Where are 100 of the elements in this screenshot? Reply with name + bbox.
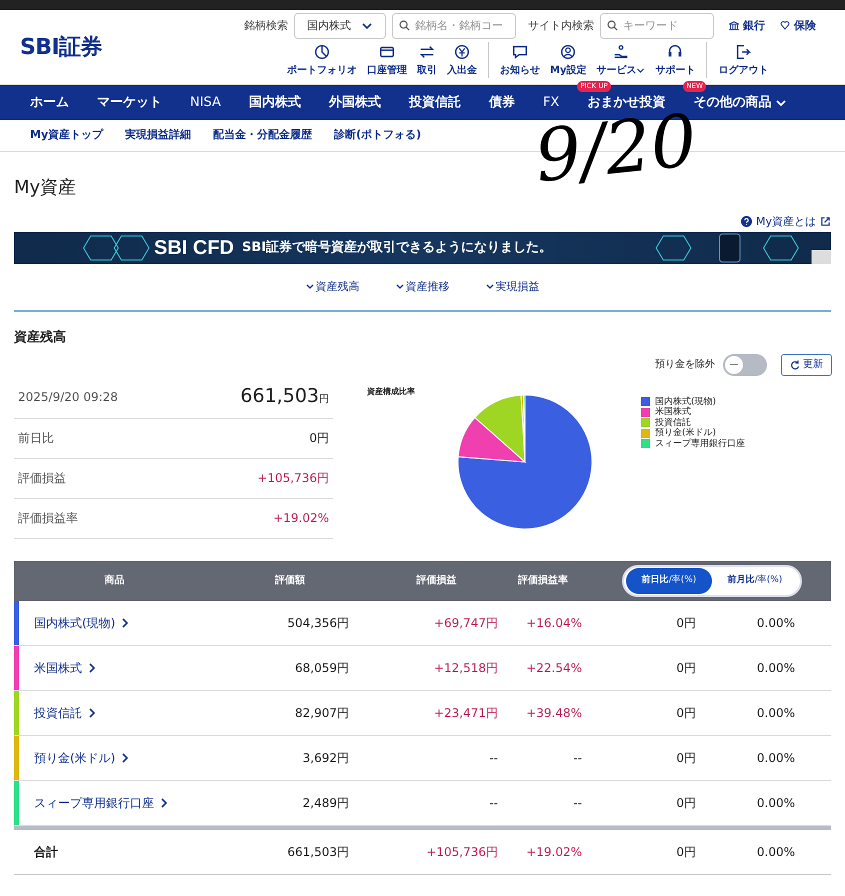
refresh-icon (790, 360, 800, 370)
category-link[interactable]: 預り金(米ドル) (34, 748, 130, 766)
chevron-right-icon (160, 798, 168, 808)
chevron-right-icon (88, 662, 96, 672)
logo[interactable]: SBI証券 (20, 30, 102, 64)
table-cell-text: 0.00% (756, 660, 795, 676)
chevron-down-icon (636, 66, 646, 75)
external-link-icon (820, 216, 831, 228)
table-cell-text: 68,059円 (294, 660, 349, 676)
nav-tab[interactable]: ホーム (16, 92, 83, 112)
trade-link[interactable]: 取引 (412, 43, 442, 78)
table-cell-text: +16.04% (525, 614, 582, 632)
search-icon (399, 20, 410, 31)
help-link[interactable]: My資産とは (756, 214, 816, 230)
column-header: 評価額 (274, 574, 306, 588)
deposit-link[interactable]: 入出金 (442, 43, 482, 78)
total-amount: 661,503 (240, 384, 319, 410)
table-cell-text: +69,747円 (432, 614, 498, 632)
mysettings-link[interactable]: My設定 (545, 43, 592, 78)
table-cell-text: 2,489円 (302, 794, 349, 812)
nav-tab[interactable]: 国内株式 (234, 92, 315, 112)
summary-value: +105,736円 (257, 470, 329, 487)
deposit-icon (453, 43, 471, 61)
subnav-link[interactable]: 診断(ポトフォる) (334, 127, 422, 144)
support-link[interactable]: サポート (650, 43, 700, 78)
table-cell-text: 0.00% (756, 750, 795, 766)
table-cell-text: 0円 (675, 750, 696, 766)
category-link[interactable]: 国内株式(現物) (34, 614, 130, 632)
promo-banner[interactable]: SBI CFD SBI証券で暗号資産が取引できるようになりました。 (14, 232, 831, 264)
site-search-field[interactable]: キーワード (600, 12, 714, 39)
search-label: 銘柄検索 (244, 18, 288, 34)
banner-text: SBI証券で暗号資産が取引できるようになりました。 (242, 238, 552, 258)
table-cell-text: 合計 (33, 844, 59, 860)
period-tab[interactable]: 前日比/率(%) (626, 568, 712, 594)
chevron-right-icon (121, 752, 130, 762)
chevron-down-icon (306, 283, 314, 291)
summary-value: +19.02% (273, 510, 329, 527)
nav-tab[interactable]: 投資信託 (394, 92, 475, 112)
table-cell-text: +12,518円 (432, 660, 498, 676)
refresh-button[interactable]: 更新 (781, 354, 832, 376)
column-header: 商品 (104, 573, 126, 588)
table-cell-text: 0円 (675, 844, 696, 860)
section-title: 資産残高 (14, 328, 67, 347)
notice-link[interactable]: お知らせ (495, 43, 545, 78)
portfolio-link[interactable]: ポートフォリオ (282, 43, 362, 78)
table-cell-text: +39.48% (525, 704, 582, 722)
summary-value: 0円 (309, 430, 329, 447)
category-link[interactable]: 米国株式 (34, 658, 96, 676)
nav-tab[interactable]: 債券 (474, 92, 529, 112)
table-cell-text: 0円 (675, 794, 696, 812)
market-select[interactable]: 国内株式 (294, 12, 386, 39)
summary-label: 前日比 (18, 430, 54, 447)
chevron-down-icon (486, 283, 494, 291)
insurance-link[interactable]: 保険 (779, 18, 816, 34)
table-cell-text: 3,692円 (302, 750, 349, 766)
symbol-search-field[interactable]: 銘柄名・銘柄コー (392, 12, 516, 39)
table-cell-text: 0.00% (756, 794, 795, 812)
legend-label: 預り金(米ドル) (655, 428, 716, 438)
service-icon (612, 43, 630, 61)
portfolio-icon (313, 43, 331, 61)
anchor-link[interactable]: 資産推移 (396, 278, 450, 296)
account-link[interactable]: 口座管理 (362, 43, 412, 78)
page-title: My資産 (14, 176, 76, 200)
nav-tab[interactable]: 外国株式 (314, 92, 395, 112)
table-cell-text: 661,503円 (286, 844, 349, 860)
subnav-link[interactable]: 配当金・分配金履歴 (213, 127, 312, 144)
chevron-right-icon (88, 708, 96, 718)
table-cell-text: 0.00% (756, 614, 795, 632)
bank-link[interactable]: 銀行 (728, 18, 765, 34)
subnav-link[interactable]: My資産トップ (30, 127, 104, 144)
anchor-link[interactable]: 実現損益 (486, 278, 540, 296)
legend-label: 米国株式 (655, 407, 691, 418)
table-cell-text: 0円 (675, 704, 696, 722)
toggle-label: 預り金を除外 (655, 358, 715, 372)
anchor-link[interactable]: 資産残高 (306, 278, 360, 296)
help-icon (740, 216, 752, 228)
site-search-label: サイト内検索 (528, 18, 594, 34)
table-cell-text: +105,736円 (425, 844, 498, 860)
table-cell-text: 0円 (675, 614, 696, 632)
service-link[interactable]: サービス (591, 43, 650, 78)
table-cell-text: +19.02% (525, 844, 582, 860)
bank-icon (728, 20, 740, 32)
category-link[interactable]: 投資信託 (34, 704, 96, 722)
summary-label: 評価損益 (18, 470, 66, 487)
logout-link[interactable]: ログアウト (713, 43, 774, 78)
mysettings-icon (559, 43, 578, 61)
table-cell-text: -- (572, 794, 582, 812)
legend-label: スィープ専用銀行口座 (655, 438, 745, 449)
search-icon (607, 20, 618, 31)
table-cell-text: 0円 (675, 660, 696, 676)
nav-tab[interactable]: FX (528, 92, 574, 112)
category-link[interactable]: スィープ専用銀行口座 (34, 794, 168, 812)
nav-tab[interactable]: マーケット (83, 92, 176, 112)
chart-title: 資産構成比率 (367, 386, 415, 398)
toggle-switch[interactable] (723, 354, 767, 376)
nav-tab[interactable]: NISA (176, 92, 235, 112)
datetime: 2025/9/20 09:28 (18, 388, 118, 406)
table-cell-text: +22.54% (525, 660, 582, 676)
subnav-link[interactable]: 実現損益詳細 (125, 127, 192, 144)
table-cell-text: 504,356円 (286, 614, 349, 632)
